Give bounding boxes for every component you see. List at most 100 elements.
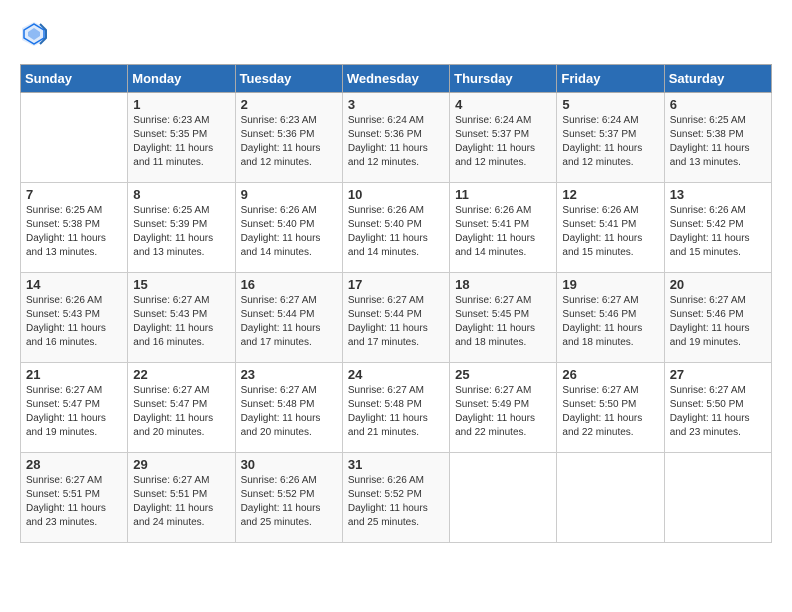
calendar-week-1: 1Sunrise: 6:23 AMSunset: 5:35 PMDaylight… (21, 93, 772, 183)
day-number: 15 (133, 277, 229, 292)
column-header-wednesday: Wednesday (342, 65, 449, 93)
logo-icon (20, 20, 48, 48)
calendar-cell: 5 Sunrise: 6:24 AMSunset: 5:37 PMDaylight… (557, 93, 664, 183)
day-number: 21 (26, 367, 122, 382)
day-number: 3 (348, 97, 444, 112)
day-info: Sunrise: 6:26 AMSunset: 5:40 PMDaylight:… (348, 204, 444, 260)
day-info: Sunrise: 6:24 AMSunset: 5:37 PMDaylight:… (455, 114, 551, 170)
day-number: 4 (455, 97, 551, 112)
day-number: 25 (455, 367, 551, 382)
day-number: 30 (241, 457, 337, 472)
calendar-cell: 1Sunrise: 6:23 AMSunset: 5:35 PMDaylight… (128, 93, 235, 183)
calendar-header: SundayMondayTuesdayWednesdayThursdayFrid… (21, 65, 772, 93)
day-info: Sunrise: 6:23 AMSunset: 5:36 PMDaylight:… (241, 114, 337, 170)
day-number: 13 (670, 187, 766, 202)
day-info: Sunrise: 6:27 AMSunset: 5:51 PMDaylight:… (26, 474, 122, 530)
calendar-cell: 19 Sunrise: 6:27 AMSunset: 5:46 PMDayligh… (557, 273, 664, 363)
day-number: 19 (562, 277, 658, 292)
calendar-week-2: 7 Sunrise: 6:25 AMSunset: 5:38 PMDaylight… (21, 183, 772, 273)
day-number: 18 (455, 277, 551, 292)
day-info: Sunrise: 6:26 AMSunset: 5:43 PMDaylight:… (26, 294, 122, 350)
day-info: Sunrise: 6:27 AMSunset: 5:46 PMDaylight:… (670, 294, 766, 350)
day-info: Sunrise: 6:24 AMSunset: 5:37 PMDaylight:… (562, 114, 658, 170)
calendar-cell (21, 93, 128, 183)
calendar-cell: 28 Sunrise: 6:27 AMSunset: 5:51 PMDayligh… (21, 453, 128, 543)
calendar-cell: 2 Sunrise: 6:23 AMSunset: 5:36 PMDaylight… (235, 93, 342, 183)
day-info: Sunrise: 6:27 AMSunset: 5:47 PMDaylight:… (26, 384, 122, 440)
column-header-thursday: Thursday (450, 65, 557, 93)
calendar-cell (557, 453, 664, 543)
day-number: 27 (670, 367, 766, 382)
calendar-cell: 25 Sunrise: 6:27 AMSunset: 5:49 PMDayligh… (450, 363, 557, 453)
day-number: 1 (133, 97, 229, 112)
calendar-week-5: 28 Sunrise: 6:27 AMSunset: 5:51 PMDayligh… (21, 453, 772, 543)
calendar-cell: 23 Sunrise: 6:27 AMSunset: 5:48 PMDayligh… (235, 363, 342, 453)
calendar-cell: 11Sunrise: 6:26 AMSunset: 5:41 PMDayligh… (450, 183, 557, 273)
day-info: Sunrise: 6:27 AMSunset: 5:48 PMDaylight:… (241, 384, 337, 440)
calendar-cell: 16 Sunrise: 6:27 AMSunset: 5:44 PMDayligh… (235, 273, 342, 363)
day-number: 14 (26, 277, 122, 292)
column-header-friday: Friday (557, 65, 664, 93)
column-header-saturday: Saturday (664, 65, 771, 93)
calendar-body: 1Sunrise: 6:23 AMSunset: 5:35 PMDaylight… (21, 93, 772, 543)
day-info: Sunrise: 6:25 AMSunset: 5:38 PMDaylight:… (26, 204, 122, 260)
day-info: Sunrise: 6:27 AMSunset: 5:48 PMDaylight:… (348, 384, 444, 440)
day-number: 12 (562, 187, 658, 202)
day-info: Sunrise: 6:26 AMSunset: 5:41 PMDaylight:… (562, 204, 658, 260)
calendar-cell: 6Sunrise: 6:25 AMSunset: 5:38 PMDaylight… (664, 93, 771, 183)
calendar-cell: 17 Sunrise: 6:27 AMSunset: 5:44 PMDayligh… (342, 273, 449, 363)
day-number: 20 (670, 277, 766, 292)
calendar-cell: 22 Sunrise: 6:27 AMSunset: 5:47 PMDayligh… (128, 363, 235, 453)
calendar-cell: 24Sunrise: 6:27 AMSunset: 5:48 PMDayligh… (342, 363, 449, 453)
day-number: 22 (133, 367, 229, 382)
day-info: Sunrise: 6:27 AMSunset: 5:51 PMDaylight:… (133, 474, 229, 530)
calendar-week-3: 14 Sunrise: 6:26 AMSunset: 5:43 PMDayligh… (21, 273, 772, 363)
day-info: Sunrise: 6:27 AMSunset: 5:47 PMDaylight:… (133, 384, 229, 440)
day-info: Sunrise: 6:27 AMSunset: 5:44 PMDaylight:… (241, 294, 337, 350)
day-number: 23 (241, 367, 337, 382)
column-header-monday: Monday (128, 65, 235, 93)
day-number: 8 (133, 187, 229, 202)
day-info: Sunrise: 6:27 AMSunset: 5:44 PMDaylight:… (348, 294, 444, 350)
calendar-cell: 10 Sunrise: 6:26 AMSunset: 5:40 PMDayligh… (342, 183, 449, 273)
day-number: 11 (455, 187, 551, 202)
day-number: 5 (562, 97, 658, 112)
day-number: 10 (348, 187, 444, 202)
day-info: Sunrise: 6:27 AMSunset: 5:45 PMDaylight:… (455, 294, 551, 350)
day-info: Sunrise: 6:27 AMSunset: 5:46 PMDaylight:… (562, 294, 658, 350)
day-info: Sunrise: 6:27 AMSunset: 5:50 PMDaylight:… (562, 384, 658, 440)
day-info: Sunrise: 6:26 AMSunset: 5:52 PMDaylight:… (348, 474, 444, 530)
day-info: Sunrise: 6:27 AMSunset: 5:50 PMDaylight:… (670, 384, 766, 440)
calendar-cell: 27 Sunrise: 6:27 AMSunset: 5:50 PMDayligh… (664, 363, 771, 453)
calendar-cell: 9 Sunrise: 6:26 AMSunset: 5:40 PMDaylight… (235, 183, 342, 273)
day-number: 16 (241, 277, 337, 292)
logo (20, 20, 52, 48)
day-info: Sunrise: 6:26 AMSunset: 5:42 PMDaylight:… (670, 204, 766, 260)
day-info: Sunrise: 6:26 AMSunset: 5:40 PMDaylight:… (241, 204, 337, 260)
day-number: 2 (241, 97, 337, 112)
calendar-cell: 4 Sunrise: 6:24 AMSunset: 5:37 PMDaylight… (450, 93, 557, 183)
calendar-cell: 8Sunrise: 6:25 AMSunset: 5:39 PMDaylight… (128, 183, 235, 273)
calendar-cell: 30Sunrise: 6:26 AMSunset: 5:52 PMDayligh… (235, 453, 342, 543)
calendar-week-4: 21 Sunrise: 6:27 AMSunset: 5:47 PMDayligh… (21, 363, 772, 453)
day-number: 31 (348, 457, 444, 472)
calendar-cell: 7 Sunrise: 6:25 AMSunset: 5:38 PMDaylight… (21, 183, 128, 273)
day-number: 6 (670, 97, 766, 112)
calendar-cell: 3 Sunrise: 6:24 AMSunset: 5:36 PMDaylight… (342, 93, 449, 183)
calendar-cell: 29Sunrise: 6:27 AMSunset: 5:51 PMDayligh… (128, 453, 235, 543)
calendar-cell: 26 Sunrise: 6:27 AMSunset: 5:50 PMDayligh… (557, 363, 664, 453)
day-number: 9 (241, 187, 337, 202)
day-info: Sunrise: 6:24 AMSunset: 5:36 PMDaylight:… (348, 114, 444, 170)
day-number: 26 (562, 367, 658, 382)
calendar-cell: 13 Sunrise: 6:26 AMSunset: 5:42 PMDayligh… (664, 183, 771, 273)
calendar-cell (450, 453, 557, 543)
day-number: 17 (348, 277, 444, 292)
day-number: 28 (26, 457, 122, 472)
calendar-cell: 31 Sunrise: 6:26 AMSunset: 5:52 PMDayligh… (342, 453, 449, 543)
day-number: 7 (26, 187, 122, 202)
calendar-cell (664, 453, 771, 543)
calendar-cell: 14 Sunrise: 6:26 AMSunset: 5:43 PMDayligh… (21, 273, 128, 363)
calendar-cell: 12 Sunrise: 6:26 AMSunset: 5:41 PMDayligh… (557, 183, 664, 273)
column-header-sunday: Sunday (21, 65, 128, 93)
day-info: Sunrise: 6:27 AMSunset: 5:49 PMDaylight:… (455, 384, 551, 440)
